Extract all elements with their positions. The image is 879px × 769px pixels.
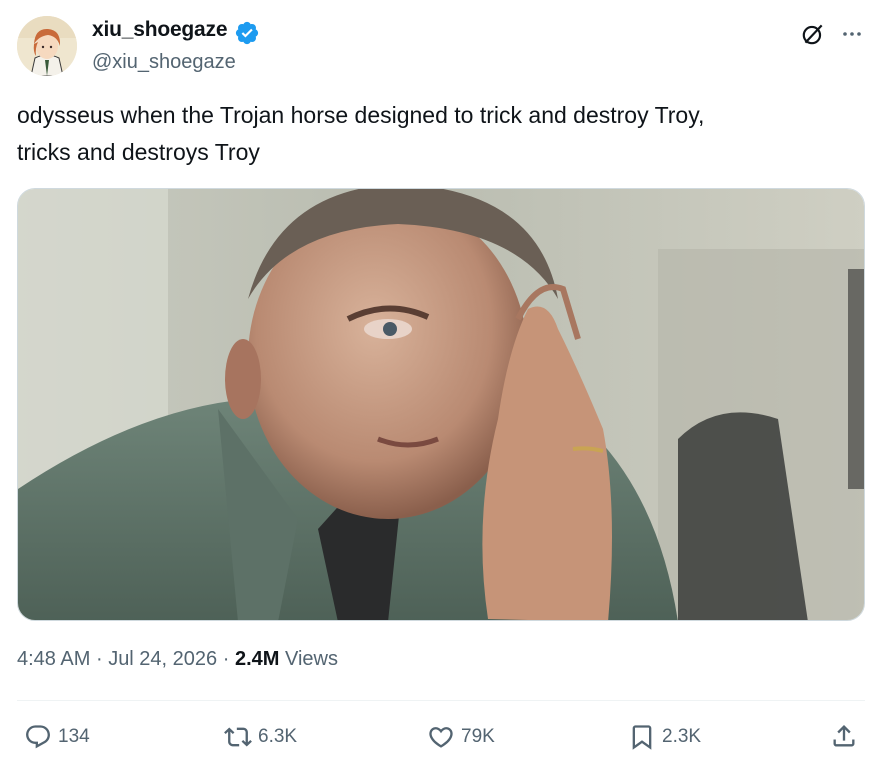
meta-separator-2: · (222, 648, 230, 670)
grok-icon[interactable] (800, 21, 826, 47)
heart-icon (429, 727, 453, 748)
tweet-meta: 4:48 AM · Jul 24, 2026 · 2.4M Views (17, 648, 338, 671)
like-button[interactable]: 79K (427, 722, 495, 752)
share-icon[interactable] (830, 722, 858, 750)
repost-icon (224, 727, 252, 747)
reply-button[interactable]: 134 (24, 722, 90, 752)
repost-count: 6.3K (258, 726, 298, 747)
more-options-icon[interactable] (839, 22, 865, 46)
display-name[interactable]: xiu_shoegaze (92, 18, 228, 42)
tweet-text: odysseus when the Trojan horse designed … (17, 102, 705, 165)
photo-illustration (18, 189, 864, 620)
avatar[interactable] (17, 16, 77, 76)
avatar-illustration (17, 16, 77, 76)
repost-button[interactable]: 6.3K (224, 722, 297, 752)
bookmark-count: 2.3K (662, 726, 702, 747)
reply-count: 134 (58, 726, 90, 747)
views-count: 2.4M (234, 648, 280, 670)
verified-badge-icon[interactable] (234, 20, 260, 46)
divider (17, 700, 865, 701)
tweet-media-image[interactable] (17, 188, 865, 621)
reply-icon (26, 725, 50, 749)
like-count: 79K (461, 726, 495, 747)
bookmark-button[interactable]: 2.3K (628, 722, 701, 752)
meta-separator: · (95, 648, 103, 670)
views-label: Views (285, 648, 338, 670)
author-handle[interactable]: @xiu_shoegaze (92, 51, 236, 74)
bookmark-icon (632, 725, 652, 750)
timestamp-time[interactable]: 4:48 AM (17, 648, 90, 670)
timestamp-date[interactable]: Jul 24, 2026 (108, 648, 217, 670)
